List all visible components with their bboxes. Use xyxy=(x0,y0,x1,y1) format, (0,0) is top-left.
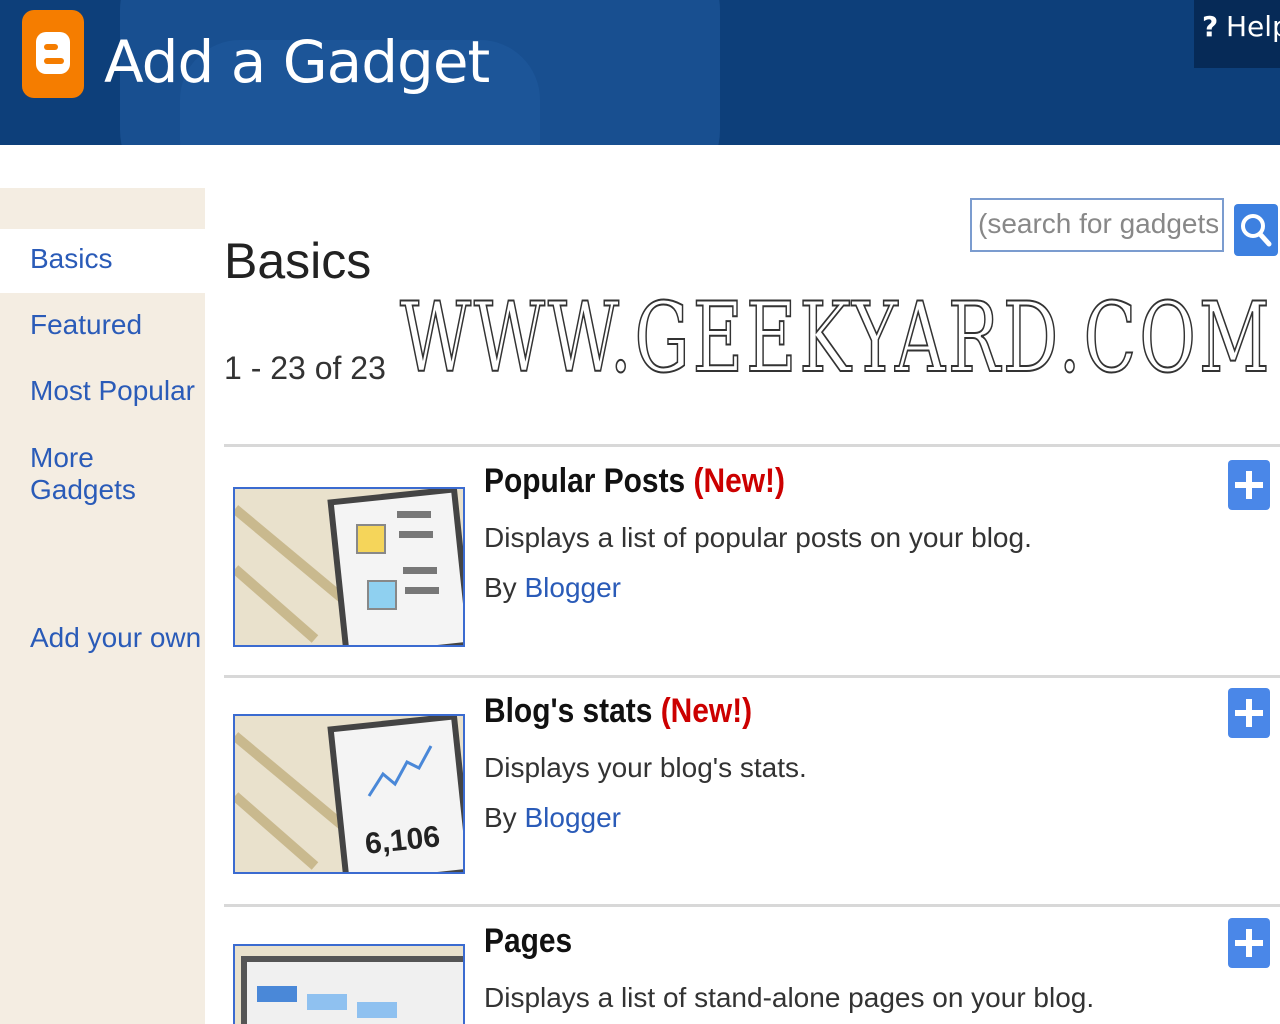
blog-stats-thumbnail: 6,106 xyxy=(233,714,465,874)
divider xyxy=(224,444,1280,447)
author-link[interactable]: Blogger xyxy=(524,572,621,603)
section-heading: Basics xyxy=(224,233,372,289)
help-label: Help xyxy=(1226,10,1280,43)
add-gadget-button[interactable] xyxy=(1228,918,1270,968)
popular-posts-thumbnail xyxy=(233,487,465,647)
sidebar-item-label: Featured xyxy=(30,309,143,340)
by-label: By xyxy=(484,572,517,603)
sidebar: Basics Featured Most Popular More Gadget… xyxy=(0,188,205,1024)
help-icon: ? xyxy=(1202,10,1219,43)
sidebar-item-basics[interactable]: Basics xyxy=(0,229,205,293)
gadget-title: Blog's stats (New!) xyxy=(484,692,752,731)
gadget-author: By Blogger xyxy=(484,802,621,834)
page-title: Add a Gadget xyxy=(104,28,490,96)
add-your-own-link[interactable]: Add your own xyxy=(0,608,205,672)
add-your-own-label: Add your own xyxy=(30,622,202,653)
plus-icon xyxy=(1235,929,1263,957)
gadget-title-text: Blog's stats xyxy=(484,692,653,730)
gadget-author: By Blogger xyxy=(484,572,621,604)
watermark-text: WWW.GEEKYARD.COM xyxy=(399,281,1273,395)
sidebar-item-featured[interactable]: Featured xyxy=(0,295,205,359)
sidebar-item-label: More Gadgets xyxy=(30,442,136,505)
plus-icon xyxy=(1235,471,1263,499)
result-count: 1 - 23 of 23 xyxy=(224,350,386,386)
new-badge: (New!) xyxy=(693,462,785,500)
new-badge: (New!) xyxy=(660,692,753,730)
header-bar: Add a Gadget ? Help xyxy=(0,0,1280,145)
gadget-description: Displays a list of stand-alone pages on … xyxy=(484,982,1095,1013)
sidebar-item-more-gadgets[interactable]: More Gadgets xyxy=(0,428,205,505)
gadget-description: Displays a list of popular posts on your… xyxy=(484,522,1032,553)
plus-icon xyxy=(1235,699,1263,727)
search-input[interactable] xyxy=(972,200,1224,248)
gadget-title: Popular Posts (New!) xyxy=(484,462,785,501)
pages-thumbnail xyxy=(233,944,465,1024)
gadget-title-text: Popular Posts xyxy=(484,462,686,500)
divider xyxy=(224,904,1280,907)
search-button[interactable] xyxy=(1234,204,1278,256)
author-link[interactable]: Blogger xyxy=(524,802,621,833)
by-label: By xyxy=(484,802,517,833)
help-link[interactable]: ? Help xyxy=(1194,0,1280,68)
gadget-description: Displays your blog's stats. xyxy=(484,752,807,783)
sidebar-item-most-popular[interactable]: Most Popular xyxy=(0,361,205,425)
sidebar-item-label: Most Popular xyxy=(30,375,195,406)
gadget-title-text: Pages xyxy=(484,922,573,960)
blogger-logo-icon xyxy=(22,10,84,98)
search-field[interactable] xyxy=(970,198,1224,252)
divider xyxy=(224,675,1280,678)
add-gadget-button[interactable] xyxy=(1228,460,1270,510)
gadget-title: Pages xyxy=(484,922,572,961)
search-icon xyxy=(1241,214,1272,247)
add-gadget-button[interactable] xyxy=(1228,688,1270,738)
sidebar-item-label: Basics xyxy=(30,243,113,274)
